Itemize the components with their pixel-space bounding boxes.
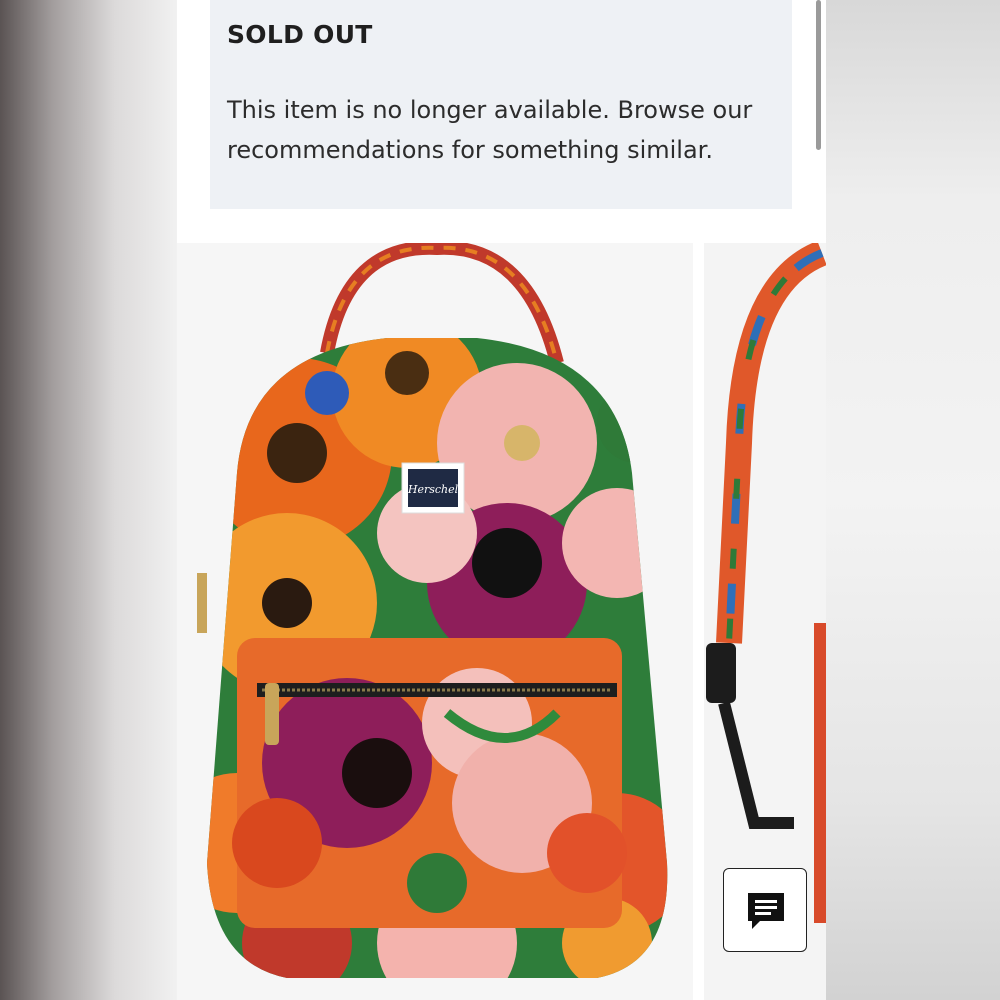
sold-out-title: SOLD OUT xyxy=(227,20,373,49)
floral-backpack-front-image: Herschel xyxy=(197,243,668,978)
left-backdrop xyxy=(0,0,177,1000)
sold-out-notice: SOLD OUT This item is no longer availabl… xyxy=(210,0,792,209)
chat-button[interactable] xyxy=(723,868,807,952)
sold-out-message: This item is no longer available. Browse… xyxy=(227,96,753,164)
product-image-main[interactable]: Herschel xyxy=(177,243,693,1000)
brand-label: Herschel xyxy=(407,483,459,496)
right-backdrop xyxy=(826,0,1000,1000)
chat-icon xyxy=(748,893,784,929)
product-page: SOLD OUT This item is no longer availabl… xyxy=(177,0,826,1000)
scrollbar[interactable] xyxy=(816,0,821,150)
